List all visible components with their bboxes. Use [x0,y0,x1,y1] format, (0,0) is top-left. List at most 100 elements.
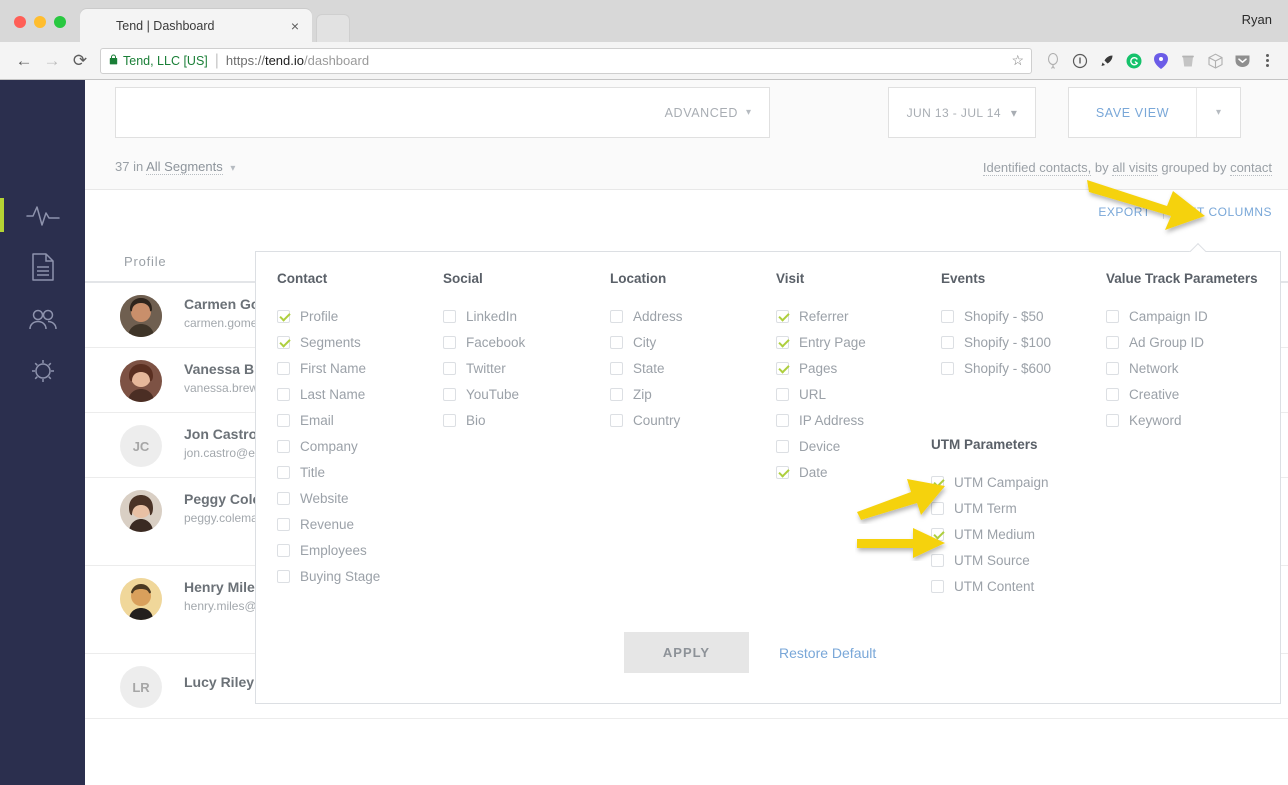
browser-tab[interactable]: Tend | Dashboard × [80,9,312,42]
checkbox-unchecked-icon[interactable] [776,413,789,427]
checkbox-option[interactable]: Title [277,459,380,485]
back-icon[interactable]: ← [10,47,38,75]
checkbox-checked-icon[interactable] [776,335,789,349]
checkbox-option[interactable]: Device [776,433,866,459]
apply-button[interactable]: APPLY [624,632,749,673]
checkbox-option[interactable]: Date [776,459,866,485]
address-bar[interactable]: Tend, LLC [US] | https://tend.io/dashboa… [100,47,1032,74]
segment-selector[interactable]: All Segments [146,159,223,175]
checkbox-unchecked-icon[interactable] [277,491,290,505]
checkbox-option[interactable]: Referrer [776,303,866,329]
checkbox-checked-icon[interactable] [776,309,789,323]
checkbox-checked-icon[interactable] [277,335,290,349]
search-input[interactable]: ADVANCED ▾ [115,87,770,138]
checkbox-option[interactable]: Last Name [277,381,380,407]
checkbox-unchecked-icon[interactable] [277,569,290,583]
checkbox-option[interactable]: YouTube [443,381,525,407]
checkbox-unchecked-icon[interactable] [610,335,623,349]
balloon-icon[interactable] [1040,48,1066,74]
sidebar-item-activity[interactable] [0,187,85,243]
restore-default-link[interactable]: Restore Default [779,645,876,661]
shield-purple-icon[interactable] [1148,48,1174,74]
checkbox-option[interactable]: UTM Content [931,573,1049,599]
checkbox-unchecked-icon[interactable] [610,387,623,401]
checkbox-unchecked-icon[interactable] [277,517,290,531]
checkbox-option[interactable]: Country [610,407,683,433]
description-visits-link[interactable]: all visits [1112,160,1158,176]
checkbox-unchecked-icon[interactable] [1106,413,1119,427]
checkbox-unchecked-icon[interactable] [941,361,954,375]
browser-profile-name[interactable]: Ryan [1242,12,1272,27]
checkbox-option[interactable]: Shopify - $600 [941,355,1051,381]
checkbox-option[interactable]: State [610,355,683,381]
checkbox-option[interactable]: Network [1106,355,1258,381]
save-view-dropdown-chevron-down-icon[interactable]: ▾ [1196,88,1240,137]
checkbox-unchecked-icon[interactable] [776,439,789,453]
grammarly-icon[interactable] [1121,48,1147,74]
tend-logo[interactable] [30,112,58,140]
sidebar-item-reports[interactable] [0,239,85,295]
checkbox-option[interactable]: Facebook [443,329,525,355]
bookmark-star-icon[interactable]: ☆ [1011,52,1024,69]
checkbox-checked-icon[interactable] [277,309,290,323]
maximize-window-button[interactable] [54,16,66,28]
checkbox-unchecked-icon[interactable] [277,439,290,453]
checkbox-checked-icon[interactable] [776,361,789,375]
checkbox-option[interactable]: City [610,329,683,355]
checkbox-unchecked-icon[interactable] [277,465,290,479]
pocket-icon[interactable] [1229,48,1255,74]
close-window-button[interactable] [14,16,26,28]
checkbox-option[interactable]: LinkedIn [443,303,525,329]
reload-icon[interactable]: ⟳ [66,47,94,75]
close-tab-icon[interactable]: × [288,19,302,33]
checkbox-unchecked-icon[interactable] [277,387,290,401]
checkbox-unchecked-icon[interactable] [610,309,623,323]
checkbox-unchecked-icon[interactable] [1106,309,1119,323]
checkbox-unchecked-icon[interactable] [1106,387,1119,401]
checkbox-option[interactable]: Revenue [277,511,380,537]
sidebar-item-settings[interactable] [0,343,85,399]
checkbox-unchecked-icon[interactable] [443,335,456,349]
advanced-toggle[interactable]: ADVANCED [665,106,738,120]
checkbox-unchecked-icon[interactable] [443,361,456,375]
checkbox-option[interactable]: IP Address [776,407,866,433]
checkbox-option[interactable]: Segments [277,329,380,355]
chevron-down-icon[interactable]: ▾ [230,163,235,174]
checkbox-option[interactable]: URL [776,381,866,407]
checkbox-option[interactable]: Pages [776,355,866,381]
save-view-button[interactable]: SAVE VIEW [1069,88,1196,137]
date-range-selector[interactable]: JUN 13 - JUL 14 ▾ [888,87,1036,138]
checkbox-unchecked-icon[interactable] [610,413,623,427]
checkbox-option[interactable]: Website [277,485,380,511]
info-icon[interactable] [1067,48,1093,74]
checkbox-option[interactable]: Buying Stage [277,563,380,589]
checkbox-unchecked-icon[interactable] [277,361,290,375]
checkbox-unchecked-icon[interactable] [931,579,944,593]
checkbox-unchecked-icon[interactable] [443,387,456,401]
checkbox-option[interactable]: Company [277,433,380,459]
box-icon[interactable] [1202,48,1228,74]
description-contacts-link[interactable]: Identified contacts, [982,160,1092,176]
minimize-window-button[interactable] [34,16,46,28]
checkbox-option[interactable]: Campaign ID [1106,303,1258,329]
checkbox-option[interactable]: Creative [1106,381,1258,407]
checkbox-unchecked-icon[interactable] [277,543,290,557]
description-group-link[interactable]: contact [1230,160,1272,176]
browser-menu-icon[interactable] [1256,54,1278,67]
save-view-button-group[interactable]: SAVE VIEW ▾ [1068,87,1241,138]
checkbox-unchecked-icon[interactable] [443,309,456,323]
checkbox-option[interactable]: Twitter [443,355,525,381]
checkbox-option[interactable]: Entry Page [776,329,866,355]
window-controls[interactable] [14,16,66,28]
sidebar-item-contacts[interactable] [0,291,85,347]
checkbox-unchecked-icon[interactable] [941,335,954,349]
checkbox-unchecked-icon[interactable] [277,413,290,427]
checkbox-unchecked-icon[interactable] [1106,361,1119,375]
checkbox-option[interactable]: Bio [443,407,525,433]
new-tab-button[interactable] [316,14,350,42]
checkbox-option[interactable]: Address [610,303,683,329]
checkbox-unchecked-icon[interactable] [610,361,623,375]
checkbox-unchecked-icon[interactable] [1106,335,1119,349]
checkbox-unchecked-icon[interactable] [776,387,789,401]
checkbox-option[interactable]: Email [277,407,380,433]
